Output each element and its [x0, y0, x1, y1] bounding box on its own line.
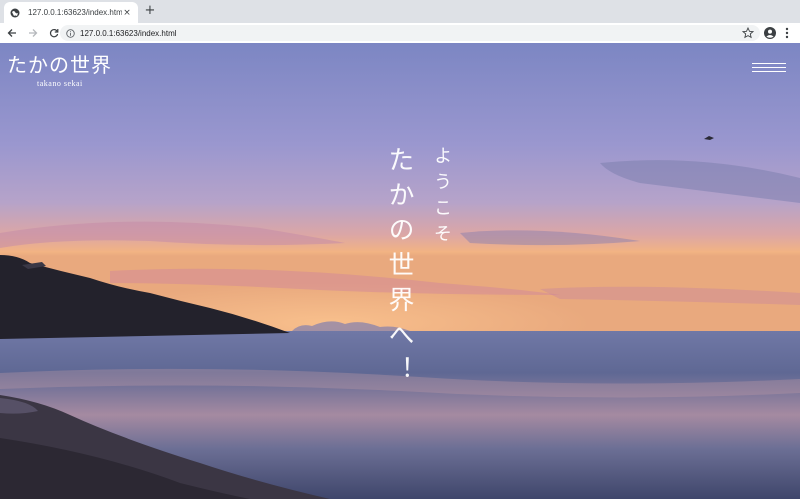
browser-tab-bar: 127.0.0.1:63623/index.html × +: [0, 0, 800, 23]
hamburger-menu-icon[interactable]: [752, 63, 786, 73]
back-arrow-icon: [7, 29, 16, 37]
site-logo-subtitle: takano sekai: [37, 79, 83, 88]
url-text: 127.0.0.1:63623/index.html: [80, 28, 177, 38]
forward-arrow-icon: [29, 29, 38, 37]
avatar-icon[interactable]: [764, 27, 776, 39]
back-button[interactable]: [3, 24, 21, 42]
site-logo[interactable]: たかの世界 takano sekai: [7, 53, 112, 88]
hero-welcome-text: ようこそ: [431, 146, 452, 250]
browser-tab[interactable]: 127.0.0.1:63623/index.html ×: [4, 2, 138, 23]
kebab-menu-icon[interactable]: [782, 26, 792, 40]
star-icon[interactable]: [742, 27, 754, 39]
reload-icon: [49, 29, 59, 38]
address-bar[interactable]: 127.0.0.1:63623/index.html: [60, 25, 760, 41]
browser-toolbar: 127.0.0.1:63623/index.html: [0, 23, 800, 43]
info-icon[interactable]: [66, 28, 75, 38]
tab-close-button[interactable]: ×: [122, 8, 132, 18]
hero-main-text: たかの世界へ！: [384, 146, 414, 391]
forward-button[interactable]: [24, 24, 42, 42]
globe-icon: [10, 8, 20, 17]
page-viewport: たかの世界 takano sekai ようこそ たかの世界へ！: [0, 43, 800, 499]
site-logo-title: たかの世界: [7, 53, 112, 77]
tab-title: 127.0.0.1:63623/index.html: [28, 8, 122, 17]
new-tab-button[interactable]: +: [143, 4, 157, 18]
